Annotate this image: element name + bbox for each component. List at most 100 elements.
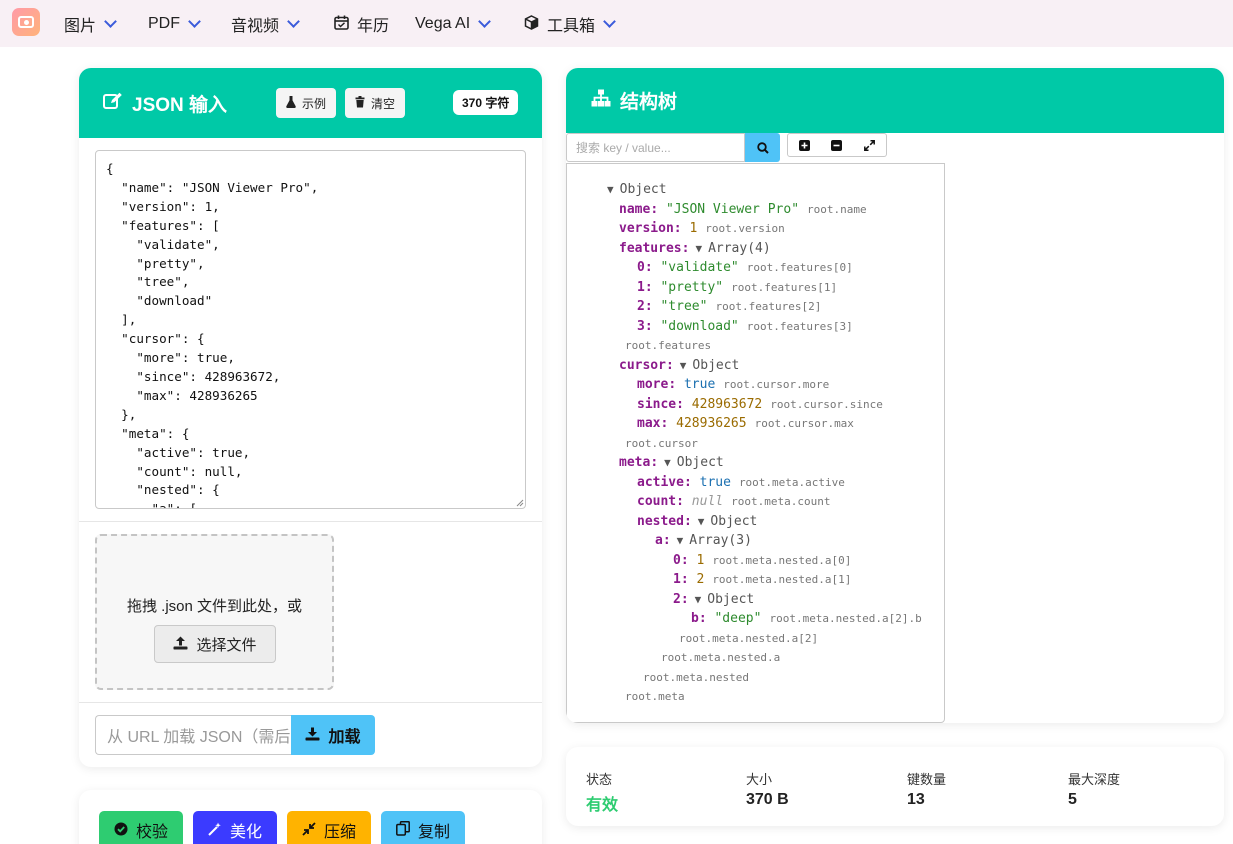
minify-button[interactable]: 压缩 (287, 811, 371, 844)
tree-type: Array(4) (708, 241, 771, 256)
tree-value: true (683, 377, 716, 392)
tree-type: Object (676, 455, 724, 470)
beautify-button[interactable]: 美化 (193, 811, 277, 844)
tree-path-line: root.meta.nested.a[2] (679, 629, 818, 648)
top-nav: 图片 PDF 音视频 年历 Vega AI 工具箱 (0, 0, 1233, 47)
tree-node[interactable]: features: ▼ Array(4) (619, 239, 771, 258)
copy-button[interactable]: 复制 (381, 811, 465, 844)
tree-value: "pretty" (660, 280, 724, 295)
tree-node[interactable]: 1: 2 root.meta.nested.a[1] (673, 570, 851, 589)
stat-label: 大小 (746, 772, 773, 787)
tree-value: "download" (660, 319, 739, 334)
tree-value: 1 (689, 221, 698, 236)
tree-key: more (637, 377, 669, 392)
tree-key: nested (637, 514, 684, 529)
tree-key: features (619, 241, 682, 256)
nav-images[interactable]: 图片 (64, 0, 117, 47)
tree-value: 428936265 (676, 416, 747, 431)
nav-vega-ai-label: Vega AI (415, 14, 471, 32)
clear-button[interactable]: 清空 (345, 88, 406, 118)
json-editor[interactable]: { "name": "JSON Viewer Pro", "version": … (95, 150, 526, 509)
tree-node[interactable]: meta: ▼ Object (619, 453, 724, 472)
fullscreen-button[interactable] (853, 133, 887, 157)
beautify-label: 美化 (229, 824, 262, 841)
stat-size: 大小 370 B (746, 769, 789, 809)
collapse-all-button[interactable] (820, 133, 854, 157)
tree-key: version (619, 221, 674, 236)
sitemap-icon (591, 89, 611, 112)
tree-key: since (637, 397, 677, 412)
stat-value: 370 B (746, 791, 789, 808)
chevron-down-icon (478, 14, 492, 28)
check-circle-icon (114, 822, 128, 839)
nav-toolbox[interactable]: 工具箱 (524, 0, 616, 47)
tree-path: root.features[1] (731, 281, 838, 294)
tree-node[interactable]: since: 428963672 root.cursor.since (637, 395, 883, 414)
caret-down-icon: ▼ (607, 183, 614, 196)
tree-path: root.meta (625, 690, 685, 703)
copy-label: 复制 (417, 824, 450, 841)
tree-node[interactable]: cursor: ▼ Object (619, 356, 739, 375)
tree-path: root.cursor.since (770, 398, 883, 411)
tree-node[interactable]: more: true root.cursor.more (637, 375, 829, 394)
resize-handle-icon[interactable] (516, 499, 524, 507)
choose-file-button[interactable]: 选择文件 (154, 625, 276, 663)
caret-down-icon: ▼ (676, 534, 684, 547)
tree-node[interactable]: 0: "validate" root.features[0] (637, 258, 853, 277)
tree-path: root.meta.count (731, 495, 831, 508)
edit-icon (103, 92, 123, 115)
tree-value: 428963672 (691, 397, 763, 412)
stat-label: 状态 (586, 772, 613, 787)
tree-node[interactable]: version: 1 root.version (619, 219, 785, 238)
nav-calendar-label: 年历 (357, 17, 390, 35)
tree-path: root.features[2] (715, 300, 822, 313)
tree-node[interactable]: 2: "tree" root.features[2] (637, 297, 821, 316)
load-url-button[interactable]: 加载 (291, 715, 375, 755)
tree-search-button[interactable] (745, 133, 780, 162)
tree-node[interactable]: 2: ▼ Object (673, 590, 754, 609)
tree-key: 2 (673, 592, 681, 607)
tree-node[interactable]: active: true root.meta.active (637, 473, 845, 492)
example-button[interactable]: 示例 (276, 88, 337, 118)
json-input-header: JSON 输入 示例 清空 370 字符 (79, 68, 542, 138)
search-icon (756, 141, 769, 154)
nav-pdf[interactable]: PDF (148, 0, 201, 47)
tree-node-root[interactable]: ▼ Object (601, 180, 667, 199)
nav-calendar[interactable]: 年历 (334, 0, 389, 47)
load-url-label: 加载 (328, 729, 361, 746)
app-logo-icon[interactable] (12, 8, 40, 36)
url-input[interactable]: 从 URL 加载 JSON（需后端代理） (95, 715, 292, 755)
file-dropzone[interactable]: 拖拽 .json 文件到此处，或 选择文件 (95, 534, 334, 690)
tree-node[interactable]: 0: 1 root.meta.nested.a[0] (673, 551, 851, 570)
tree-value: "tree" (660, 299, 708, 314)
char-count-badge: 370 字符 (453, 90, 519, 115)
dropzone-text: 拖拽 .json 文件到此处，或 (126, 598, 303, 615)
chevron-down-icon (287, 14, 300, 28)
tree-key: meta (619, 455, 651, 470)
chevron-down-icon (104, 14, 117, 28)
expand-all-button[interactable] (787, 133, 821, 157)
validate-button[interactable]: 校验 (99, 811, 183, 844)
clear-button-label: 清空 (371, 96, 396, 111)
nav-vega-ai[interactable]: Vega AI (415, 0, 492, 47)
caret-down-icon: ▼ (664, 456, 671, 469)
nav-av[interactable]: 音视频 (231, 0, 300, 47)
upload-icon (173, 636, 188, 653)
tree-node[interactable]: 1: "pretty" root.features[1] (637, 278, 837, 297)
tree-key: 1 (673, 572, 681, 587)
tree-node[interactable]: count: null root.meta.count (637, 492, 830, 511)
tree-key: count (637, 494, 677, 509)
tree-node[interactable]: a: ▼ Array(3) (655, 531, 752, 550)
tree-path: root.meta.nested (643, 671, 749, 684)
tree-node[interactable]: max: 428936265 root.cursor.max (637, 414, 854, 433)
tree-node[interactable]: b: "deep" root.meta.nested.a[2].b (691, 609, 922, 628)
tree-node[interactable]: 3: "download" root.features[3] (637, 317, 853, 336)
expand-arrows-icon (864, 139, 875, 151)
stat-label: 键数量 (907, 772, 947, 787)
tree-node[interactable]: nested: ▼ Object (637, 512, 757, 531)
validate-label: 校验 (135, 824, 168, 841)
tree-node[interactable]: name: "JSON Viewer Pro" root.name (619, 200, 867, 219)
stats-card: 状态 有效 大小 370 B 键数量 13 最大深度 5 (566, 747, 1224, 826)
tree-type: Object (710, 514, 758, 529)
tree-search-input[interactable]: 搜索 key / value... (566, 133, 745, 162)
